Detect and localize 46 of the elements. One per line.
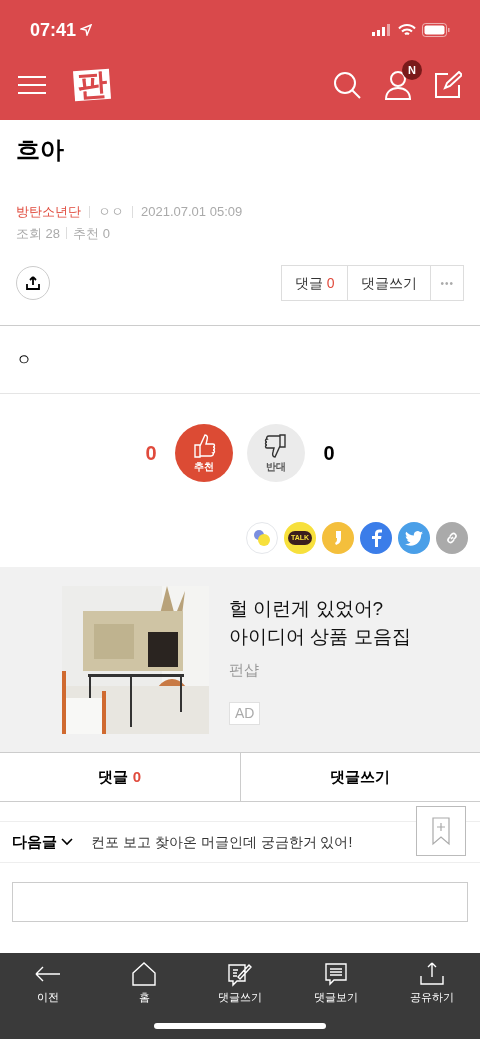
post-body: ㅇ (16, 349, 32, 370)
signal-icon (372, 24, 392, 36)
author-name: ㅇㅇ (98, 203, 124, 221)
write-comment-button[interactable]: 댓글쓰기 (240, 753, 480, 801)
next-post-title[interactable]: 컨포 보고 찾아온 머글인데 궁금한거 있어! (91, 831, 353, 853)
share-icon (26, 276, 40, 290)
facebook-icon[interactable] (360, 522, 392, 554)
post-date: 2021.07.01 05:09 (141, 203, 243, 221)
nav-button[interactable]: 이전 (8, 961, 88, 1006)
oppose-button[interactable]: 반대 (247, 424, 305, 482)
comments-button[interactable]: 댓글 0 (0, 753, 241, 801)
ad-brand: 펀샵 (229, 660, 260, 680)
thumbs-up-icon (191, 432, 217, 459)
nav-button[interactable]: 댓글보기 (296, 961, 376, 1006)
next-post-toggle[interactable]: 다음글 (12, 830, 73, 854)
status-time: 07:41 (30, 18, 77, 42)
nav-button[interactable]: 홈 (104, 961, 184, 1006)
logo[interactable]: 판 (73, 68, 111, 102)
view-count: 조회 28 (16, 224, 61, 243)
notification-badge: N (402, 60, 422, 80)
chat-bubbles-icon[interactable] (246, 522, 278, 554)
share-icon (417, 961, 447, 987)
recommend-button[interactable]: 추천 (175, 424, 233, 482)
menu-icon[interactable] (18, 75, 46, 95)
compose-icon[interactable] (434, 71, 462, 99)
chevron-down-icon (61, 838, 73, 846)
comments-button[interactable]: 댓글 0 (281, 266, 349, 300)
bird-icon[interactable] (398, 522, 430, 554)
board-link[interactable]: 방탄소년단 (16, 202, 81, 222)
search-icon[interactable] (332, 70, 362, 100)
location-icon (80, 24, 93, 36)
recommend-count: 추천 0 (73, 224, 110, 243)
wifi-icon (398, 23, 416, 37)
battery-icon (422, 23, 450, 37)
nav-button[interactable]: 댓글쓰기 (200, 961, 280, 1006)
bookmark-plus-icon (431, 816, 451, 846)
home-icon (129, 961, 159, 987)
ad-tag: AD (229, 701, 261, 725)
ad-title[interactable]: 헐 이런게 있었어? 아이디어 상품 모음집 (229, 595, 411, 651)
recommend-count: 0 (144, 441, 158, 466)
link-icon[interactable] (436, 522, 468, 554)
write-comment-button[interactable]: 댓글쓰기 (348, 266, 432, 300)
thumbs-down-icon (263, 432, 289, 459)
post-title: 흐아 (16, 135, 65, 165)
oppose-count: 0 (322, 441, 336, 466)
nav-button[interactable]: 공유하기 (392, 961, 472, 1006)
